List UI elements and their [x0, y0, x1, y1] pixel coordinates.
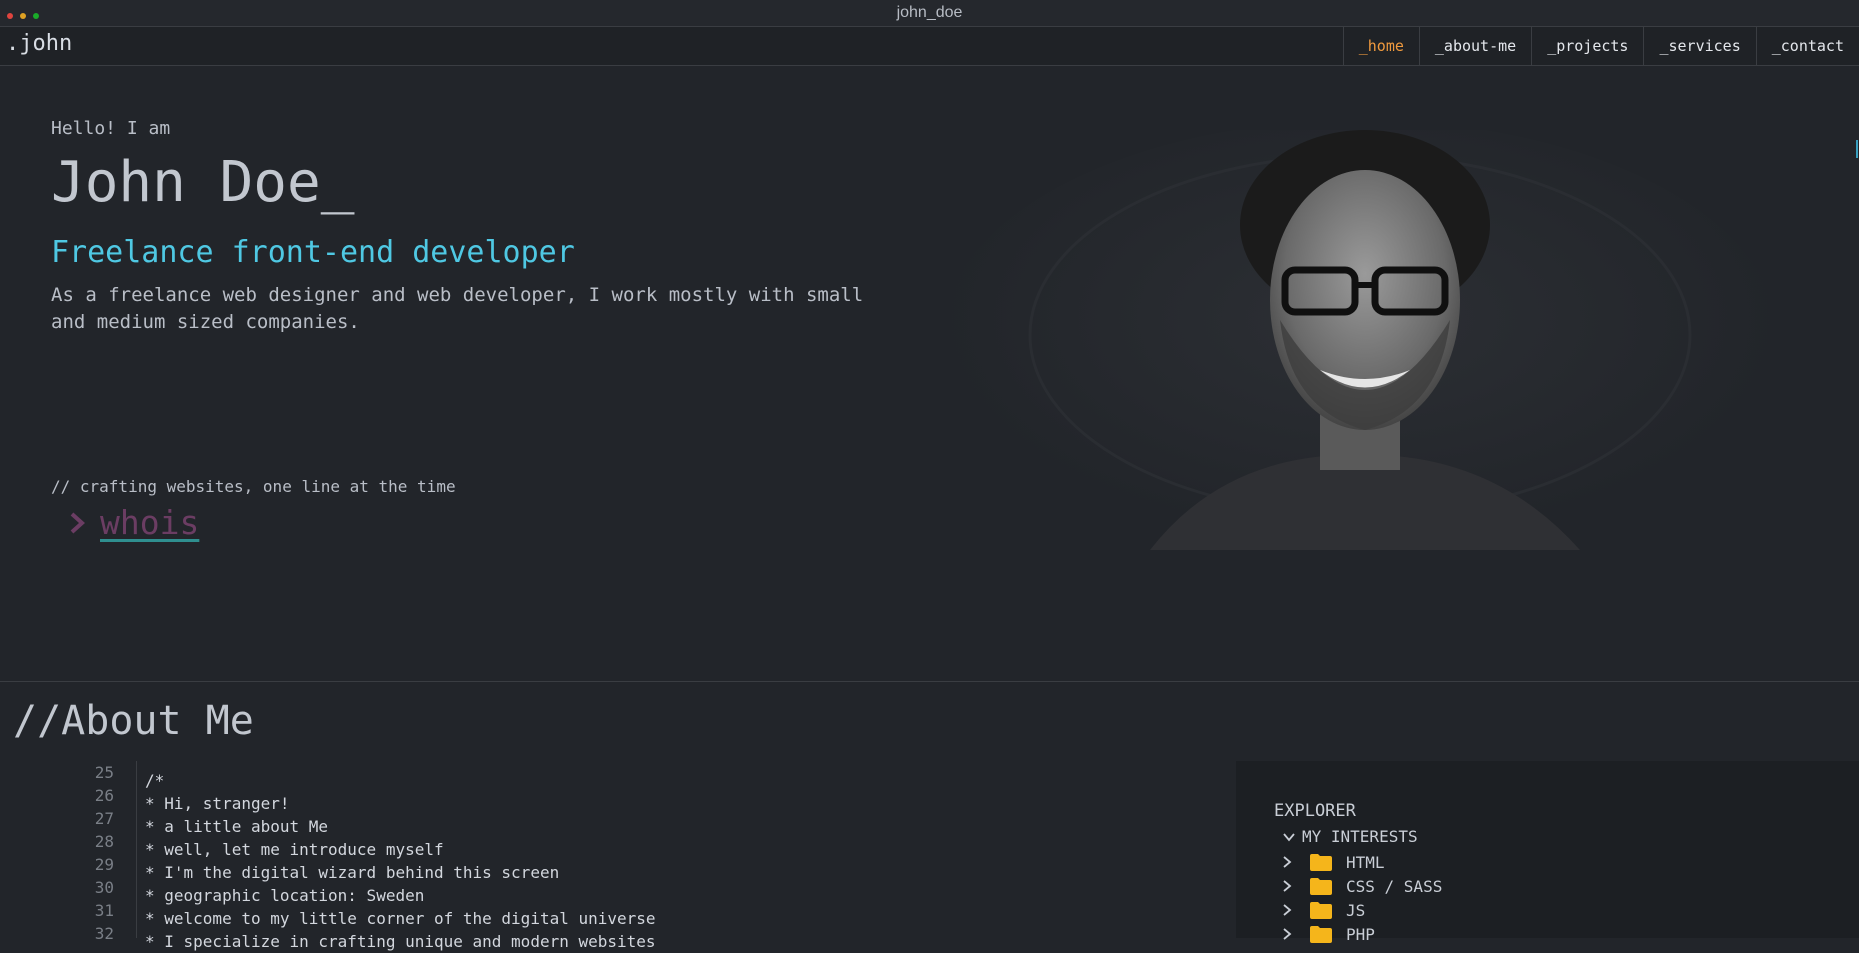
terminal-prompt[interactable]: whois — [68, 503, 199, 542]
line-number: 27 — [94, 809, 114, 828]
code-line: * a little about Me — [145, 817, 329, 836]
interests-section-toggle[interactable]: MY INTERESTS — [1282, 827, 1418, 846]
nav-home[interactable]: _home — [1342, 27, 1419, 65]
scroll-indicator — [1856, 140, 1858, 158]
folder-icon — [1310, 877, 1332, 895]
profile-photo — [940, 130, 1770, 560]
code-line: * I'm the digital wizard behind this scr… — [145, 863, 560, 882]
line-number: 31 — [94, 901, 114, 920]
code-lines: /* * Hi, stranger! * a little about Me *… — [145, 769, 656, 953]
code-line: * Hi, stranger! — [145, 794, 290, 813]
line-number: 30 — [94, 878, 114, 897]
nav-about-me[interactable]: _about-me — [1418, 27, 1531, 65]
nav-projects[interactable]: _projects — [1531, 27, 1643, 65]
code-line: * well, let me introduce myself — [145, 840, 444, 859]
chevron-right-icon — [1283, 928, 1292, 940]
line-number-gutter: 25 26 27 28 29 30 31 32 — [76, 761, 137, 943]
code-editor: 25 26 27 28 29 30 31 32 /* * Hi, strange… — [0, 761, 1236, 951]
folder-label: CSS / SASS — [1346, 876, 1443, 896]
folder-php[interactable]: PHP — [1280, 922, 1442, 946]
nav-bar: .john _home _about-me _projects _service… — [0, 27, 1859, 66]
about-title: //About Me — [13, 698, 254, 744]
code-line: * welcome to my little corner of the dig… — [145, 909, 656, 928]
code-line: /* — [145, 771, 165, 790]
chevron-right-icon — [70, 512, 85, 533]
site-logo[interactable]: .john — [6, 31, 72, 56]
hero-comment: // crafting websites, one line at the ti… — [51, 477, 456, 496]
chevron-down-icon — [1283, 832, 1295, 841]
code-line: * geographic location: Sweden — [145, 886, 425, 905]
folder-icon — [1310, 853, 1332, 871]
folder-js[interactable]: JS — [1280, 898, 1442, 922]
typed-command: whois — [100, 503, 200, 542]
folder-label: HTML — [1346, 852, 1385, 872]
hero-greeting: Hello! I am — [51, 118, 171, 139]
folder-icon — [1310, 925, 1332, 943]
chevron-right-icon — [1283, 880, 1292, 892]
line-number: 25 — [94, 763, 114, 782]
explorer-panel: EXPLORER MY INTERESTS HTML CSS / SASS JS… — [1236, 761, 1859, 944]
nav-contact[interactable]: _contact — [1755, 27, 1859, 65]
folder-css-sass[interactable]: CSS / SASS — [1280, 874, 1442, 898]
window-title: john_doe — [896, 4, 963, 21]
folder-icon — [1310, 901, 1332, 919]
folder-list: HTML CSS / SASS JS PHP — [1280, 850, 1442, 946]
hero-description: As a freelance web designer and web deve… — [51, 284, 864, 333]
nav-services[interactable]: _services — [1643, 27, 1755, 65]
interests-section-label: MY INTERESTS — [1302, 827, 1418, 846]
code-line: * I specialize in crafting unique and mo… — [145, 932, 656, 951]
window-titlebar: john_doe — [0, 0, 1859, 27]
explorer-title: EXPLORER — [1274, 801, 1356, 821]
folder-html[interactable]: HTML — [1280, 850, 1442, 874]
chevron-right-icon — [1283, 904, 1292, 916]
hero-role: Freelance front-end developer — [51, 235, 575, 270]
line-number: 26 — [94, 786, 114, 805]
nav-menu: _home _about-me _projects _services _con… — [1342, 27, 1859, 65]
folder-label: JS — [1346, 900, 1366, 920]
line-number: 32 — [94, 924, 114, 943]
chevron-right-icon — [1283, 856, 1292, 868]
section-divider — [0, 681, 1859, 682]
hero-name: John Doe_ — [51, 150, 355, 215]
folder-label: PHP — [1346, 924, 1375, 944]
line-number: 29 — [94, 855, 114, 874]
line-number: 28 — [94, 832, 114, 851]
